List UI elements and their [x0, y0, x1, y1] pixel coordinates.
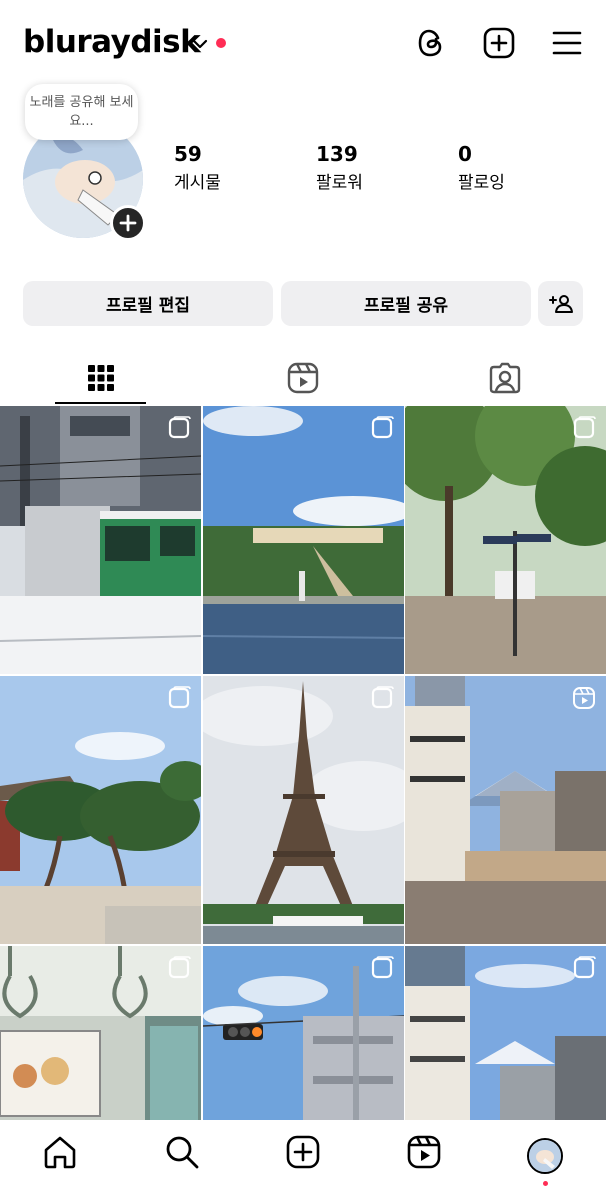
menu-icon[interactable]: [550, 26, 584, 60]
profile-header: bluraydisk: [0, 0, 606, 88]
carousel-icon: [573, 416, 596, 439]
notification-dot: [216, 38, 226, 48]
eiffel-tower-photo: [203, 676, 404, 944]
create-icon[interactable]: [285, 1134, 321, 1170]
following-label: 팔로잉: [458, 173, 505, 193]
grid-icon: [88, 365, 114, 391]
post-thumbnail[interactable]: [203, 676, 404, 944]
posts-count: 59: [174, 142, 202, 166]
carousel-icon: [168, 956, 191, 979]
post-thumbnail[interactable]: [405, 676, 606, 944]
profile-tab-avatar[interactable]: [527, 1138, 563, 1174]
threads-icon[interactable]: [414, 26, 448, 60]
reels-icon: [573, 687, 595, 709]
post-thumbnail[interactable]: [0, 406, 201, 674]
post-thumbnail[interactable]: [203, 946, 404, 1120]
posts-label: 게시물: [174, 173, 221, 193]
following-stat[interactable]: 0 팔로잉: [458, 142, 505, 193]
tab-reels[interactable]: [202, 352, 404, 404]
chevron-down-icon[interactable]: [192, 36, 208, 52]
search-icon[interactable]: [164, 1134, 200, 1170]
snowy-tram-photo: [0, 406, 201, 674]
following-count: 0: [458, 142, 472, 166]
pine-temple-photo: [0, 676, 201, 944]
reels-icon: [287, 362, 319, 394]
post-thumbnail[interactable]: [405, 406, 606, 674]
add-person-icon: [548, 294, 573, 313]
post-thumbnail[interactable]: [0, 676, 201, 944]
profile-tab-dot: [543, 1181, 548, 1186]
username-switcher[interactable]: bluraydisk: [23, 24, 201, 60]
tagged-icon: [489, 362, 521, 394]
palace-fountain-photo: [203, 406, 404, 674]
posts-grid: [0, 406, 606, 1120]
tab-tagged[interactable]: [404, 352, 606, 404]
carousel-icon: [371, 956, 394, 979]
bottom-navigation-bar: [0, 1120, 606, 1200]
carousel-icon: [168, 416, 191, 439]
post-thumbnail[interactable]: [203, 406, 404, 674]
post-thumbnail[interactable]: [405, 946, 606, 1120]
edit-profile-button[interactable]: 프로필 편집: [23, 281, 273, 326]
note-bubble[interactable]: 노래를 공유해 보세요...: [25, 84, 138, 140]
discover-people-button[interactable]: [538, 281, 583, 326]
share-profile-button[interactable]: 프로필 공유: [281, 281, 531, 326]
park-path-photo: [405, 406, 606, 674]
followers-label: 팔로워: [316, 173, 363, 193]
active-tab-indicator: [55, 402, 146, 404]
post-thumbnail[interactable]: [0, 946, 201, 1120]
create-post-icon[interactable]: [482, 26, 516, 60]
home-icon[interactable]: [42, 1134, 78, 1170]
tab-posts-grid[interactable]: [0, 352, 202, 404]
followers-count: 139: [316, 142, 358, 166]
plus-icon: [119, 214, 137, 232]
carousel-icon: [371, 686, 394, 709]
reels-icon[interactable]: [406, 1134, 442, 1170]
city-fuji-photo: [405, 676, 606, 944]
posts-stat[interactable]: 59 게시물: [174, 142, 221, 193]
carousel-icon: [168, 686, 191, 709]
carousel-icon: [371, 416, 394, 439]
add-story-button[interactable]: [110, 205, 146, 241]
carousel-icon: [573, 956, 596, 979]
followers-stat[interactable]: 139 팔로워: [316, 142, 363, 193]
